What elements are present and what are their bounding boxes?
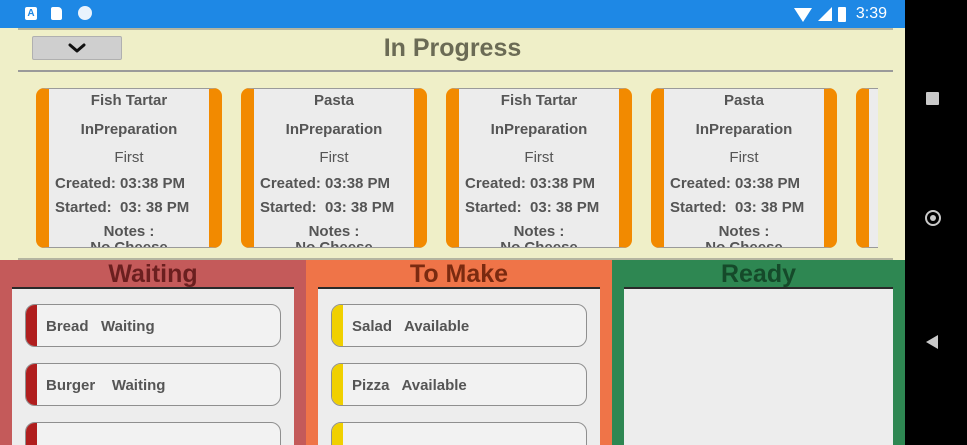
divider bbox=[18, 28, 893, 30]
divider bbox=[18, 70, 893, 72]
ready-column: Ready bbox=[612, 260, 905, 445]
waiting-list[interactable]: Bread Waiting Burger Waiting bbox=[12, 289, 294, 445]
order-card-partial[interactable] bbox=[856, 88, 878, 248]
card-created: Created: 03:38 PM bbox=[465, 175, 596, 192]
card-course: First bbox=[524, 149, 554, 166]
in-progress-title: In Progress bbox=[383, 34, 522, 62]
card-state: InPreparation bbox=[695, 121, 793, 138]
app-a-icon: A bbox=[25, 7, 37, 20]
home-circle-icon[interactable] bbox=[925, 210, 941, 226]
card-notes-label: Notes : bbox=[103, 223, 155, 240]
card-started: Started: 03: 38 PM bbox=[670, 199, 805, 216]
item-label: Bread Waiting bbox=[46, 318, 155, 335]
card-notes-label: Notes : bbox=[308, 223, 360, 240]
card-state: InPreparation bbox=[490, 121, 588, 138]
waiting-column: Waiting Bread Waiting Burger Waiting bbox=[0, 260, 306, 445]
status-stripe bbox=[26, 364, 37, 405]
status-stripe bbox=[26, 423, 37, 445]
waiting-item-partial[interactable] bbox=[25, 422, 281, 445]
card-notes-value: No Cheese bbox=[295, 239, 373, 248]
card-dish: Pasta bbox=[723, 92, 765, 109]
card-state: InPreparation bbox=[80, 121, 178, 138]
card-dish: Fish Tartar bbox=[500, 92, 578, 109]
waiting-item-bread[interactable]: Bread Waiting bbox=[25, 304, 281, 347]
status-stripe bbox=[332, 305, 343, 346]
order-card[interactable]: Fish Tartar InPreparation First Created:… bbox=[36, 88, 222, 248]
item-label: Salad Available bbox=[352, 318, 470, 335]
card-created: Created: 03:38 PM bbox=[260, 175, 391, 192]
to-make-title: To Make bbox=[409, 260, 509, 288]
sync-circle-icon bbox=[78, 6, 92, 20]
card-state: InPreparation bbox=[285, 121, 383, 138]
card-started: Started: 03: 38 PM bbox=[55, 199, 190, 216]
to-make-item-salad[interactable]: Salad Available bbox=[331, 304, 587, 347]
status-time: 3:39 bbox=[855, 5, 887, 22]
card-notes-label: Notes : bbox=[513, 223, 565, 240]
status-bar: A 3:39 bbox=[0, 0, 905, 28]
to-make-item-partial[interactable] bbox=[331, 422, 587, 445]
ready-list[interactable] bbox=[624, 289, 893, 445]
status-stripe bbox=[332, 364, 343, 405]
to-make-column: To Make Salad Available Pizza Available bbox=[306, 260, 612, 445]
item-label: Pizza Available bbox=[352, 377, 467, 394]
order-cards-strip[interactable]: Fish Tartar InPreparation First Created:… bbox=[36, 88, 878, 250]
card-course: First bbox=[729, 149, 759, 166]
waiting-title: Waiting bbox=[108, 260, 198, 288]
card-started: Started: 03: 38 PM bbox=[260, 199, 395, 216]
app-screen: A 3:39 In Progress Fish Tartar InPrepara… bbox=[0, 0, 905, 445]
to-make-list[interactable]: Salad Available Pizza Available bbox=[318, 289, 600, 445]
status-stripe bbox=[332, 423, 343, 445]
card-notes-value: No Cheese bbox=[500, 239, 578, 248]
item-label: Burger Waiting bbox=[46, 377, 166, 394]
card-notes-label: Notes : bbox=[718, 223, 770, 240]
sd-card-icon bbox=[51, 7, 62, 20]
order-card[interactable]: Pasta InPreparation First Created: 03:38… bbox=[241, 88, 427, 248]
wifi-icon bbox=[793, 8, 812, 22]
card-dish: Fish Tartar bbox=[90, 92, 168, 109]
card-started: Started: 03: 38 PM bbox=[465, 199, 600, 216]
card-dish: Pasta bbox=[313, 92, 355, 109]
card-notes-value: No Cheese bbox=[90, 239, 168, 248]
card-course: First bbox=[114, 149, 144, 166]
status-stripe bbox=[26, 305, 37, 346]
order-card[interactable]: Pasta InPreparation First Created: 03:38… bbox=[651, 88, 837, 248]
status-right: 3:39 bbox=[793, 0, 887, 28]
card-course: First bbox=[319, 149, 349, 166]
back-triangle-icon[interactable] bbox=[926, 335, 938, 349]
card-created: Created: 03:38 PM bbox=[55, 175, 186, 192]
waiting-item-burger[interactable]: Burger Waiting bbox=[25, 363, 281, 406]
system-nav-bar bbox=[905, 0, 967, 445]
in-progress-panel: In Progress Fish Tartar InPreparation Fi… bbox=[0, 28, 905, 260]
ready-title: Ready bbox=[720, 260, 797, 288]
signal-icon bbox=[817, 7, 832, 21]
recents-square-icon[interactable] bbox=[926, 92, 939, 105]
card-notes-value: No Cheese bbox=[705, 239, 783, 248]
order-card[interactable]: Fish Tartar InPreparation First Created:… bbox=[446, 88, 632, 248]
battery-icon bbox=[837, 6, 846, 22]
card-created: Created: 03:38 PM bbox=[670, 175, 801, 192]
to-make-item-pizza[interactable]: Pizza Available bbox=[331, 363, 587, 406]
